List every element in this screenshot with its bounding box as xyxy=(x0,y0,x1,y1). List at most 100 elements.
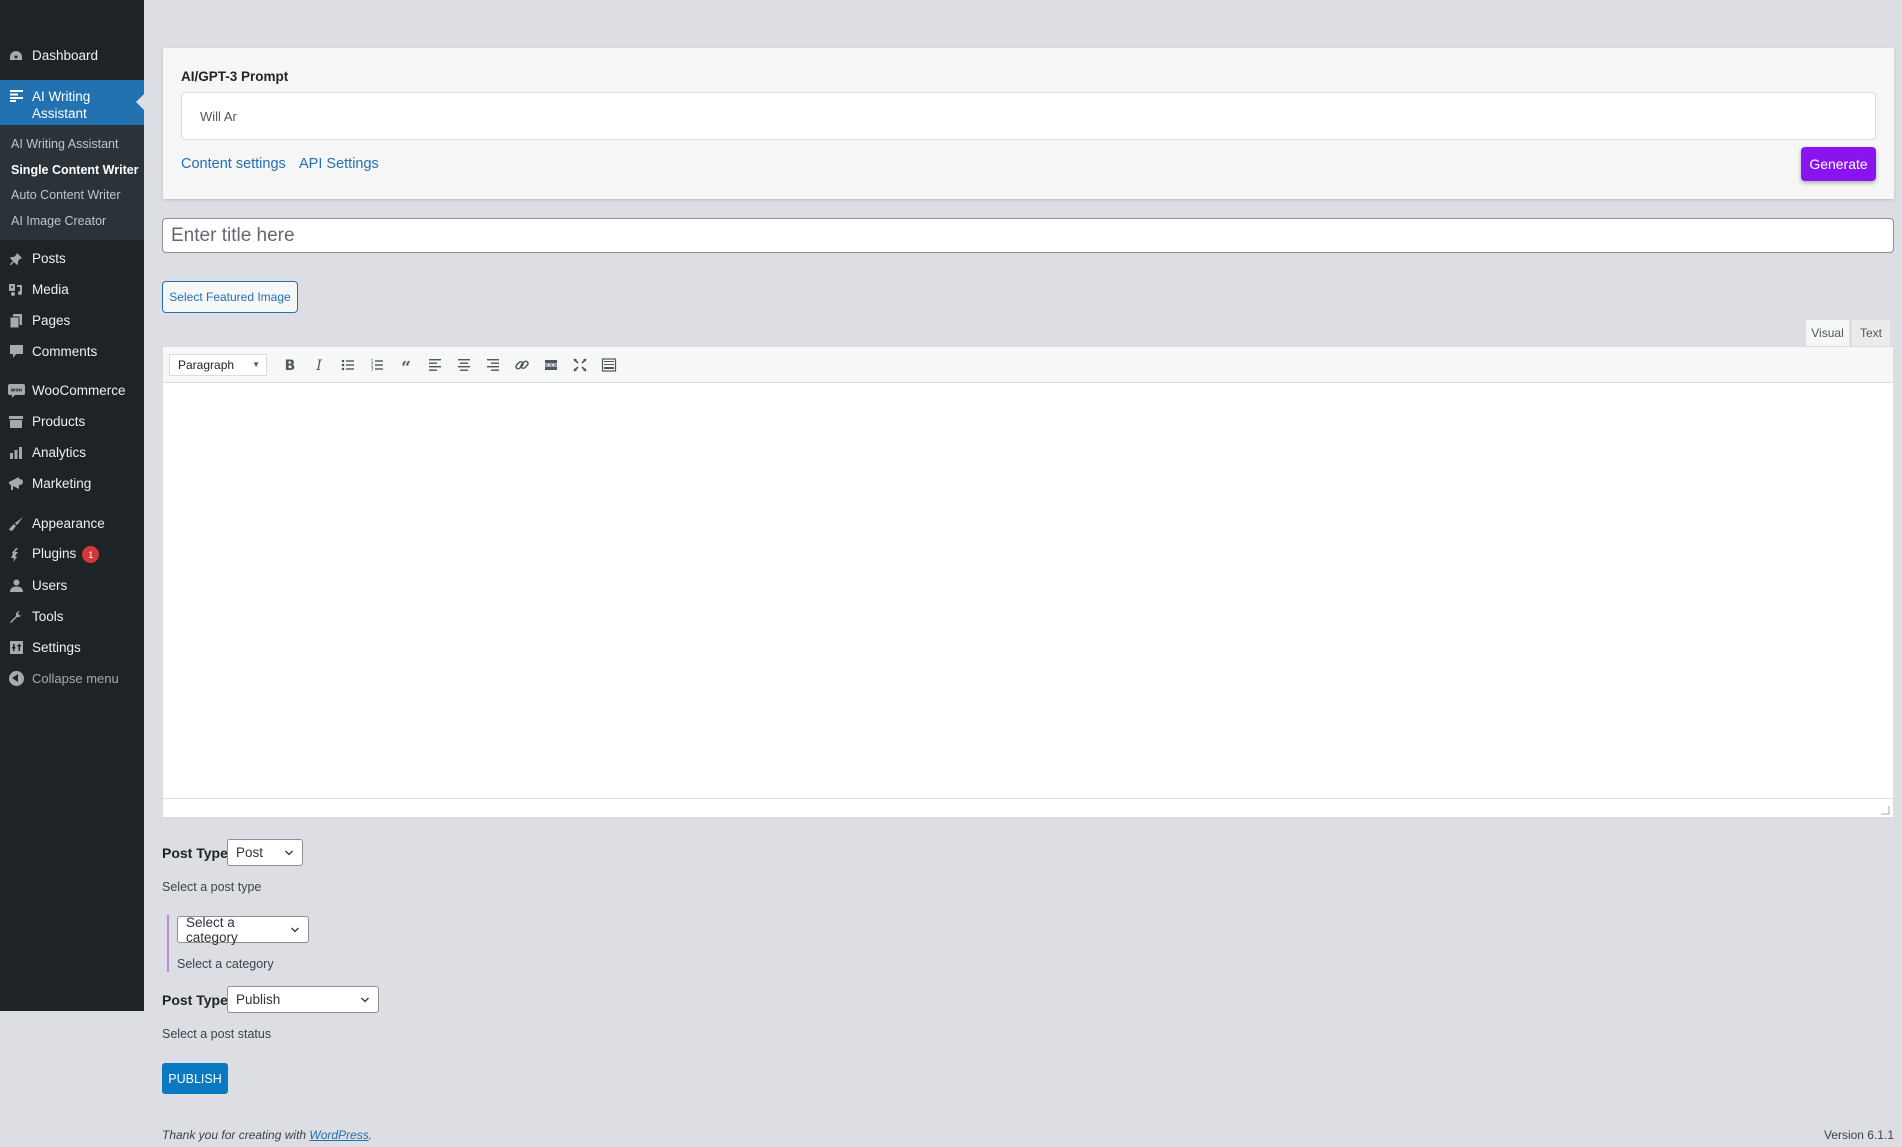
read-more-button[interactable] xyxy=(536,351,565,379)
archive-icon xyxy=(0,415,32,428)
submenu-item-ai-image-creator[interactable]: AI Image Creator xyxy=(0,209,144,235)
italic-button[interactable]: I xyxy=(304,351,333,379)
sidebar-item-comments[interactable]: Comments xyxy=(0,336,144,367)
tab-visual[interactable]: Visual xyxy=(1806,320,1849,346)
caret-down-icon: ▼ xyxy=(252,360,260,369)
blockquote-icon: “ xyxy=(401,358,411,373)
pin-icon xyxy=(0,252,32,266)
sidebar-item-woocommerce[interactable]: woo WooCommerce xyxy=(0,375,144,406)
bar-chart-icon xyxy=(0,446,32,459)
post-title-input[interactable] xyxy=(162,218,1894,253)
post-status-description: Select a post status xyxy=(162,1027,272,1041)
editor-content-area[interactable] xyxy=(163,383,1893,799)
category-description: Select a category xyxy=(177,957,274,971)
italic-icon: I xyxy=(315,358,322,373)
align-left-icon xyxy=(428,358,441,371)
comment-icon xyxy=(0,345,32,358)
category-value: Select a category xyxy=(186,914,238,945)
sidebar-item-label: Posts xyxy=(32,251,66,266)
tab-text[interactable]: Text xyxy=(1852,320,1890,346)
plug-icon xyxy=(0,547,32,562)
sidebar-item-label: Marketing xyxy=(32,476,92,491)
sidebar-item-pages[interactable]: Pages xyxy=(0,305,144,336)
read-more-icon xyxy=(544,359,557,370)
post-type-select[interactable]: Post xyxy=(227,839,303,866)
update-count-badge: 1 xyxy=(82,546,100,563)
sidebar-item-label: Dashboard xyxy=(32,48,99,63)
post-type-value: Post xyxy=(236,845,264,860)
sidebar-item-settings[interactable]: Settings xyxy=(0,632,144,663)
bulleted-list-button[interactable] xyxy=(333,351,362,379)
numbered-list-button[interactable]: 123 xyxy=(362,351,391,379)
footer-thanks: Thank you for creating with WordPress. xyxy=(162,1128,372,1142)
sidebar-item-marketing[interactable]: Marketing xyxy=(0,468,144,499)
chevron-down-icon xyxy=(285,850,293,855)
align-center-button[interactable] xyxy=(449,351,478,379)
sidebar-item-label: Media xyxy=(32,282,69,297)
align-left-button[interactable] xyxy=(420,351,449,379)
sidebar-item-label: AI Writing Assistant xyxy=(32,89,91,121)
dashboard-icon xyxy=(0,50,32,62)
footer-version: Version 6.1.1 xyxy=(1823,1128,1894,1142)
align-right-button[interactable] xyxy=(478,351,507,379)
svg-text:B: B xyxy=(284,358,295,373)
plugins-label: Plugins xyxy=(32,546,77,562)
woo-icon: woo xyxy=(0,383,32,398)
link-icon xyxy=(514,359,529,370)
post-status-value: Publish xyxy=(236,992,281,1007)
fullscreen-icon xyxy=(572,357,587,372)
sidebar-item-plugins[interactable]: Plugins 1 xyxy=(0,539,144,570)
fullscreen-button[interactable] xyxy=(565,351,594,379)
sidebar-item-label: Products xyxy=(32,414,86,429)
collapse-menu-label: Collapse menu xyxy=(32,671,119,686)
sidebar-item-ai-writing-assistant[interactable]: AI Writing Assistant xyxy=(0,80,144,125)
prompt-label: AI/GPT-3 Prompt xyxy=(181,69,289,84)
generate-button[interactable]: Generate xyxy=(1801,147,1876,181)
svg-text:I: I xyxy=(315,358,322,373)
format-select[interactable]: Paragraph ▼ xyxy=(169,353,267,376)
insert-link-button[interactable] xyxy=(507,351,536,379)
sidebar-item-label: Comments xyxy=(32,344,98,359)
publish-button[interactable]: PUBLISH xyxy=(162,1063,228,1094)
category-select[interactable]: Select a category xyxy=(177,914,309,945)
select-featured-image-button[interactable]: Select Featured Image xyxy=(162,281,298,313)
sidebar-item-label: Settings xyxy=(32,640,81,655)
post-status-select[interactable]: Publish xyxy=(227,986,379,1013)
wrench-icon xyxy=(0,610,32,624)
settings-icon xyxy=(0,641,32,654)
wordpress-link[interactable]: WordPress xyxy=(309,1128,368,1142)
submenu-item-ai-writing-assistant[interactable]: AI Writing Assistant xyxy=(0,132,144,158)
editor-status-bar xyxy=(163,798,1893,817)
sidebar-item-tools[interactable]: Tools xyxy=(0,601,144,632)
sidebar-item-media[interactable]: Media xyxy=(0,274,144,305)
prompt-input[interactable] xyxy=(181,92,1876,140)
collapse-menu-button[interactable]: Collapse menu xyxy=(0,663,144,694)
content-editor: Paragraph ▼ B I 123 “ xyxy=(162,346,1894,818)
content-settings-link[interactable]: Content settings xyxy=(181,156,286,172)
post-status-label: Post Type xyxy=(162,992,228,1008)
submenu-item-single-content-writer[interactable]: Single Content Writer xyxy=(0,158,144,184)
blockquote-button[interactable]: “ xyxy=(391,351,420,379)
megaphone-icon xyxy=(0,476,32,491)
sidebar-item-analytics[interactable]: Analytics xyxy=(0,437,144,468)
sidebar-item-label: Appearance xyxy=(32,516,105,531)
sidebar-item-posts[interactable]: Posts xyxy=(0,243,144,274)
chevron-down-icon xyxy=(291,927,299,932)
svg-text:woo: woo xyxy=(10,387,22,393)
sidebar-item-users[interactable]: Users xyxy=(0,570,144,601)
admin-sidebar: Dashboard AI Writing Assistant AI Writin… xyxy=(0,0,144,1011)
sidebar-item-appearance[interactable]: Appearance xyxy=(0,508,144,539)
toolbar-toggle-button[interactable] xyxy=(594,351,623,379)
chevron-down-icon xyxy=(361,997,369,1002)
pages-icon xyxy=(0,313,32,328)
sidebar-item-products[interactable]: Products xyxy=(0,406,144,437)
bold-button[interactable]: B xyxy=(275,351,304,379)
sidebar-item-dashboard[interactable]: Dashboard xyxy=(0,40,144,71)
api-settings-link[interactable]: API Settings xyxy=(299,156,379,172)
user-icon xyxy=(0,579,32,592)
align-right-icon xyxy=(486,358,499,371)
submenu-item-auto-content-writer[interactable]: Auto Content Writer xyxy=(0,183,144,209)
resize-handle-icon[interactable] xyxy=(1880,805,1890,815)
numbered-list-icon: 123 xyxy=(370,358,383,372)
sidebar-item-label: Users xyxy=(32,578,68,593)
